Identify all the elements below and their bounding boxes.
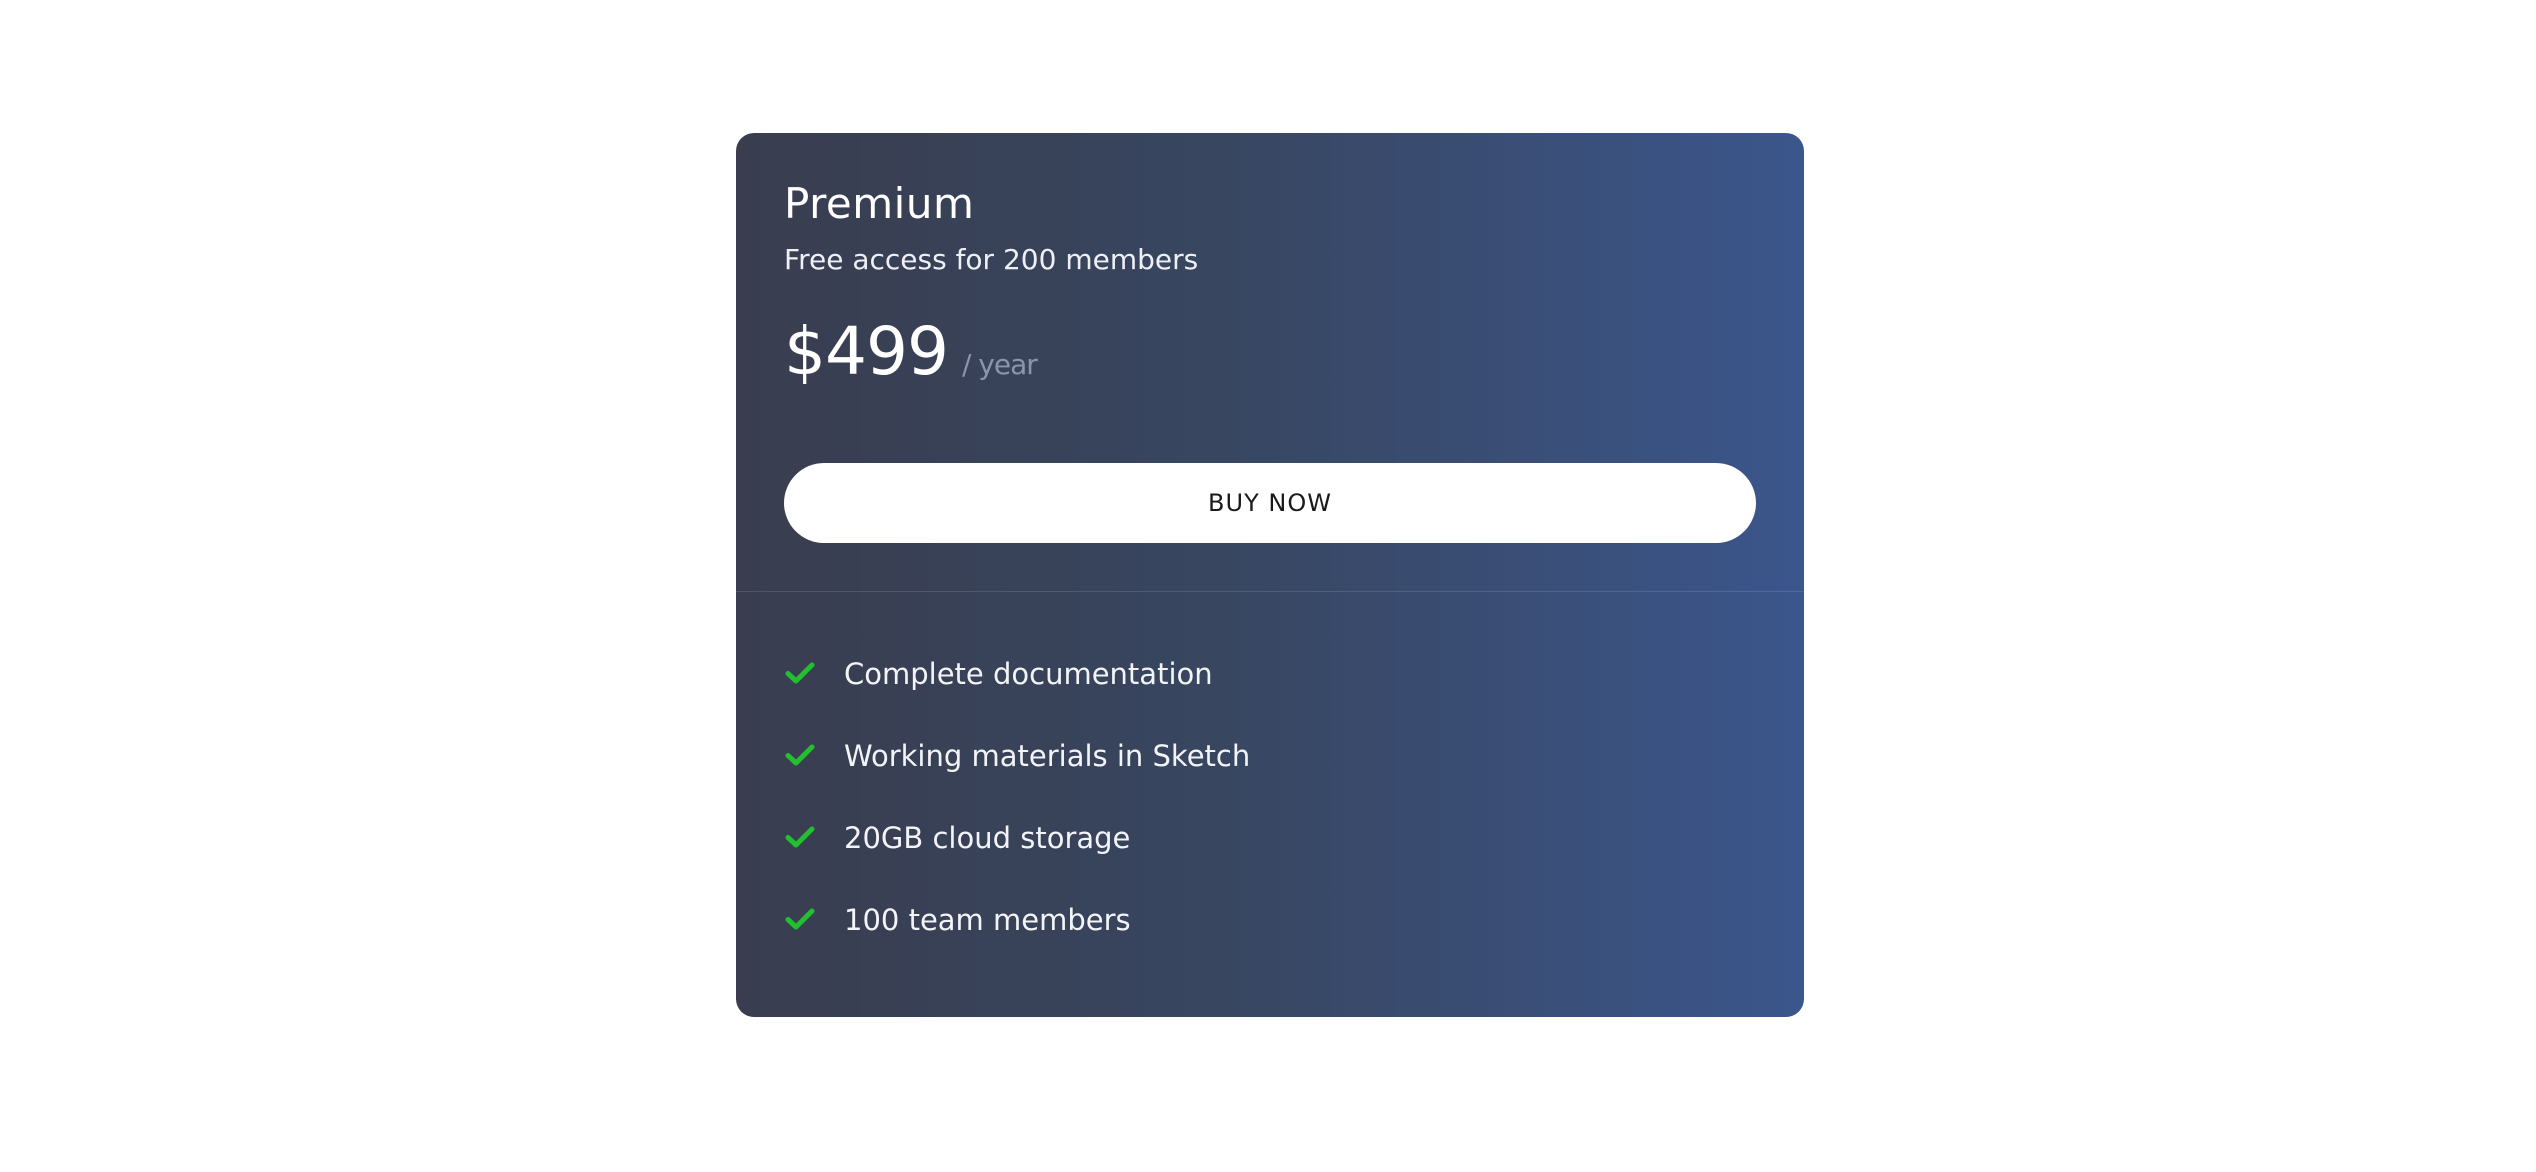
feature-item: 20GB cloud storage [784, 797, 1250, 879]
feature-list: Complete documentation Working materials… [784, 633, 1250, 961]
check-icon [784, 821, 816, 853]
divider [736, 591, 1804, 592]
buy-now-button[interactable]: BUY NOW [784, 463, 1756, 543]
check-icon [784, 739, 816, 771]
price-period: / year [961, 348, 1038, 381]
feature-label: Working materials in Sketch [844, 739, 1251, 773]
feature-item: Working materials in Sketch [784, 715, 1250, 797]
price-row: $499 / year [784, 313, 1038, 390]
pricing-card: Premium Free access for 200 members $499… [736, 133, 1804, 1017]
pricing-card-header: Premium Free access for 200 members $499… [736, 133, 1804, 591]
price: $499 [784, 313, 949, 390]
feature-label: 100 team members [844, 903, 1131, 937]
plan-name: Premium [784, 179, 975, 228]
feature-item: Complete documentation [784, 633, 1250, 715]
feature-item: 100 team members [784, 879, 1250, 961]
feature-label: 20GB cloud storage [844, 821, 1131, 855]
check-icon [784, 903, 816, 935]
check-icon [784, 657, 816, 689]
feature-label: Complete documentation [844, 657, 1213, 691]
plan-description: Free access for 200 members [784, 243, 1199, 276]
